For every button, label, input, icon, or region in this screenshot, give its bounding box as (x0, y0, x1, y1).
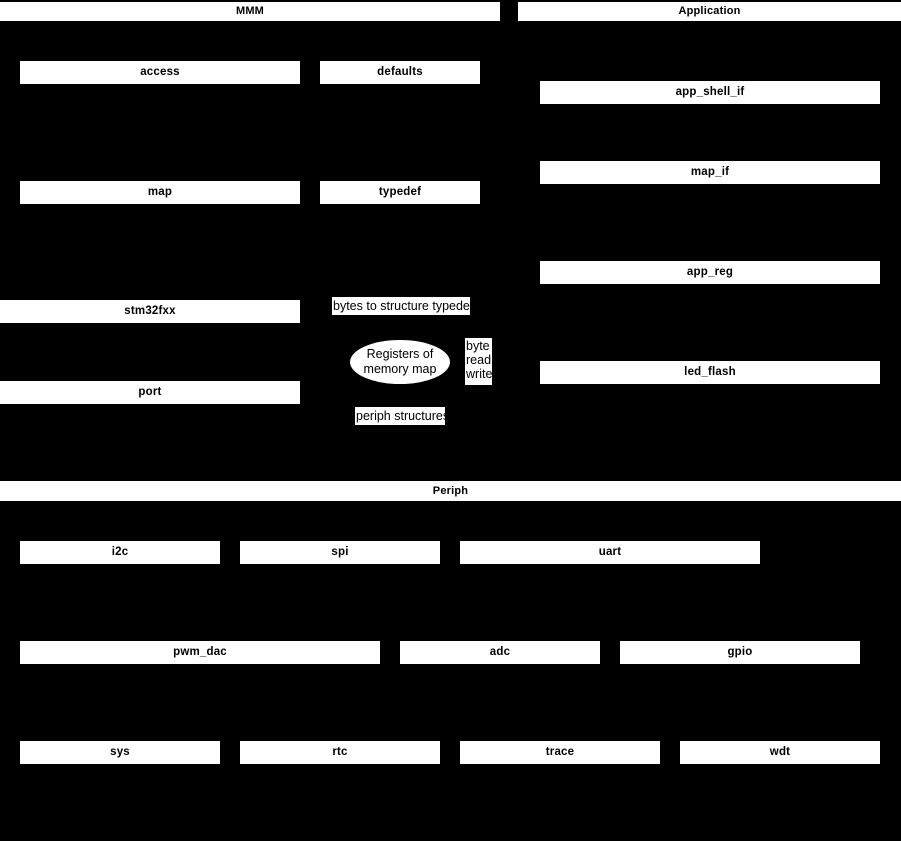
module-wdt[interactable]: wdt (680, 741, 880, 764)
module-sys[interactable]: sys (20, 741, 220, 764)
annotation-bytes-to-structure-typedef: bytes to structure typedef (332, 297, 474, 315)
byte-read-write-line-2: read (466, 353, 492, 367)
registers-line-1: Registers of (366, 347, 434, 362)
module-adc[interactable]: adc (400, 641, 600, 664)
module-defaults[interactable]: defaults (320, 61, 480, 84)
module-gpio[interactable]: gpio (620, 641, 860, 664)
module-typedef[interactable]: typedef (320, 181, 480, 204)
group-header-application: Application (518, 2, 901, 21)
annotation-periph-structures: periph structures (355, 407, 450, 425)
byte-read-write-line-1: byte (466, 339, 490, 353)
group-header-mmm: MMM (0, 2, 500, 21)
module-app-shell-if[interactable]: app_shell_if (540, 81, 880, 104)
module-stm32fxx[interactable]: stm32fxx (0, 300, 300, 323)
module-map-if[interactable]: map_if (540, 161, 880, 184)
module-uart[interactable]: uart (460, 541, 760, 564)
node-registers-of-memory-map[interactable]: Registers of memory map (350, 340, 450, 384)
module-port[interactable]: port (0, 381, 300, 404)
module-trace[interactable]: trace (460, 741, 660, 764)
module-rtc[interactable]: rtc (240, 741, 440, 764)
module-app-reg[interactable]: app_reg (540, 261, 880, 284)
byte-read-write-line-3: write (466, 367, 493, 381)
module-spi[interactable]: spi (240, 541, 440, 564)
registers-line-2: memory map (363, 362, 437, 376)
module-led-flash[interactable]: led_flash (540, 361, 880, 384)
module-pwm-dac[interactable]: pwm_dac (20, 641, 380, 664)
diagram-canvas: MMM Application Periph access defaults m… (0, 0, 901, 841)
annotation-byte-read-write: byte read write (465, 338, 492, 385)
module-i2c[interactable]: i2c (20, 541, 220, 564)
module-access[interactable]: access (20, 61, 300, 84)
module-map[interactable]: map (20, 181, 300, 204)
group-header-periph: Periph (0, 481, 901, 501)
